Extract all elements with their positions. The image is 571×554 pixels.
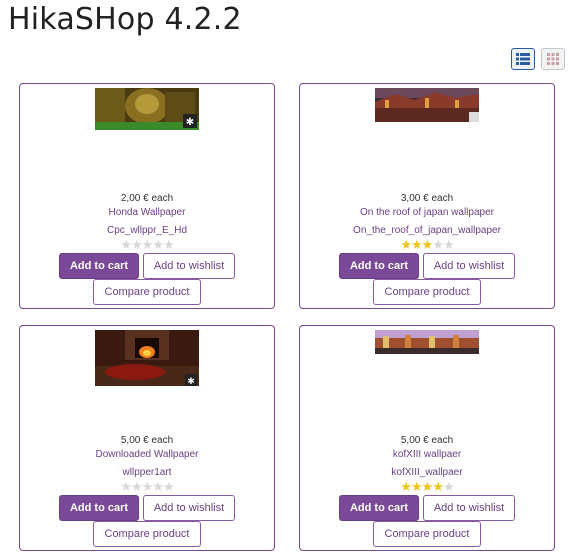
product-price: 2,00 € each (120, 193, 174, 204)
grid-view-button[interactable] (541, 48, 565, 70)
product-price: 3,00 € each (400, 193, 454, 204)
compare-product-button[interactable]: Compare product (373, 279, 481, 305)
star-icon[interactable]: ★ (400, 237, 412, 252)
product-price: 5,00 € each (400, 435, 454, 446)
rating-stars[interactable]: ★★★★★ (20, 238, 274, 251)
compare-product-button[interactable]: Compare product (373, 521, 481, 547)
add-to-cart-button[interactable]: Add to cart (339, 495, 419, 521)
star-icon[interactable]: ★ (120, 237, 132, 252)
product-name-link[interactable]: On the roof of japan wallpaper (300, 207, 554, 218)
add-to-wishlist-button[interactable]: Add to wishlist (423, 495, 515, 521)
star-icon[interactable]: ★ (432, 479, 444, 494)
product-image[interactable]: ✱ (95, 330, 199, 386)
product-image[interactable] (375, 88, 479, 122)
svg-text:✱: ✱ (186, 117, 194, 128)
star-icon[interactable]: ★ (411, 237, 423, 252)
product-code-link[interactable]: wllpper1art (20, 467, 274, 478)
star-icon[interactable]: ★ (163, 479, 175, 494)
product-image[interactable]: ✱ (95, 88, 199, 130)
rating-stars[interactable]: ★★★★★ (20, 480, 274, 493)
add-to-wishlist-button[interactable]: Add to wishlist (143, 253, 235, 279)
star-icon[interactable]: ★ (142, 237, 154, 252)
star-icon[interactable]: ★ (443, 479, 455, 494)
add-to-cart-button[interactable]: Add to cart (59, 253, 139, 279)
downloaded-wallpaper-image: ✱ (95, 330, 199, 386)
add-to-cart-button[interactable]: Add to cart (339, 253, 419, 279)
page-title: HikaSHop 4.2.2 (8, 2, 242, 37)
product-code-link[interactable]: On_the_roof_of_japan_wallpaper (300, 225, 554, 236)
star-icon[interactable]: ★ (432, 237, 444, 252)
product-image[interactable] (375, 330, 479, 354)
honda-wallpaper-image: ✱ (95, 88, 199, 130)
list-view-icon (516, 53, 530, 65)
rating-stars[interactable]: ★★★★★ (300, 480, 554, 493)
product-name-link[interactable]: Honda Wallpaper (20, 207, 274, 218)
list-view-button[interactable] (511, 48, 535, 70)
star-icon[interactable]: ★ (152, 479, 164, 494)
star-icon[interactable]: ★ (120, 479, 132, 494)
star-icon[interactable]: ★ (411, 479, 423, 494)
product-price: 5,00 € each (120, 435, 174, 446)
compare-product-button[interactable]: Compare product (93, 279, 201, 305)
roof-of-japan-image (375, 88, 479, 122)
star-icon[interactable]: ★ (443, 237, 455, 252)
product-name-link[interactable]: kofXIII wallpaer (300, 449, 554, 460)
star-icon[interactable]: ★ (142, 479, 154, 494)
star-icon[interactable]: ★ (400, 479, 412, 494)
product-card: 5,00 € each kofXIII wallpaer kofXIII_wal… (299, 325, 555, 551)
star-icon[interactable]: ★ (152, 237, 164, 252)
kofxiii-wallpaper-image (375, 330, 479, 354)
star-icon[interactable]: ★ (422, 237, 434, 252)
product-card: ✱ 5,00 € each Downloaded Wallpaper wllpp… (19, 325, 275, 551)
add-to-wishlist-button[interactable]: Add to wishlist (423, 253, 515, 279)
rating-stars[interactable]: ★★★★★ (300, 238, 554, 251)
star-icon[interactable]: ★ (422, 479, 434, 494)
compare-product-button[interactable]: Compare product (93, 521, 201, 547)
product-card: 3,00 € each On the roof of japan wallpap… (299, 83, 555, 309)
star-icon[interactable]: ★ (131, 479, 143, 494)
add-to-cart-button[interactable]: Add to cart (59, 495, 139, 521)
product-code-link[interactable]: kofXIII_wallpaer (300, 467, 554, 478)
svg-text:✱: ✱ (187, 377, 195, 386)
product-code-link[interactable]: Cpc_wllppr_E_Hd (20, 225, 274, 236)
product-name-link[interactable]: Downloaded Wallpaper (20, 449, 274, 460)
product-card: ✱ 2,00 € each Honda Wallpaper Cpc_wllppr… (19, 83, 275, 309)
add-to-wishlist-button[interactable]: Add to wishlist (143, 495, 235, 521)
star-icon[interactable]: ★ (163, 237, 175, 252)
grid-view-icon (547, 53, 559, 65)
star-icon[interactable]: ★ (131, 237, 143, 252)
